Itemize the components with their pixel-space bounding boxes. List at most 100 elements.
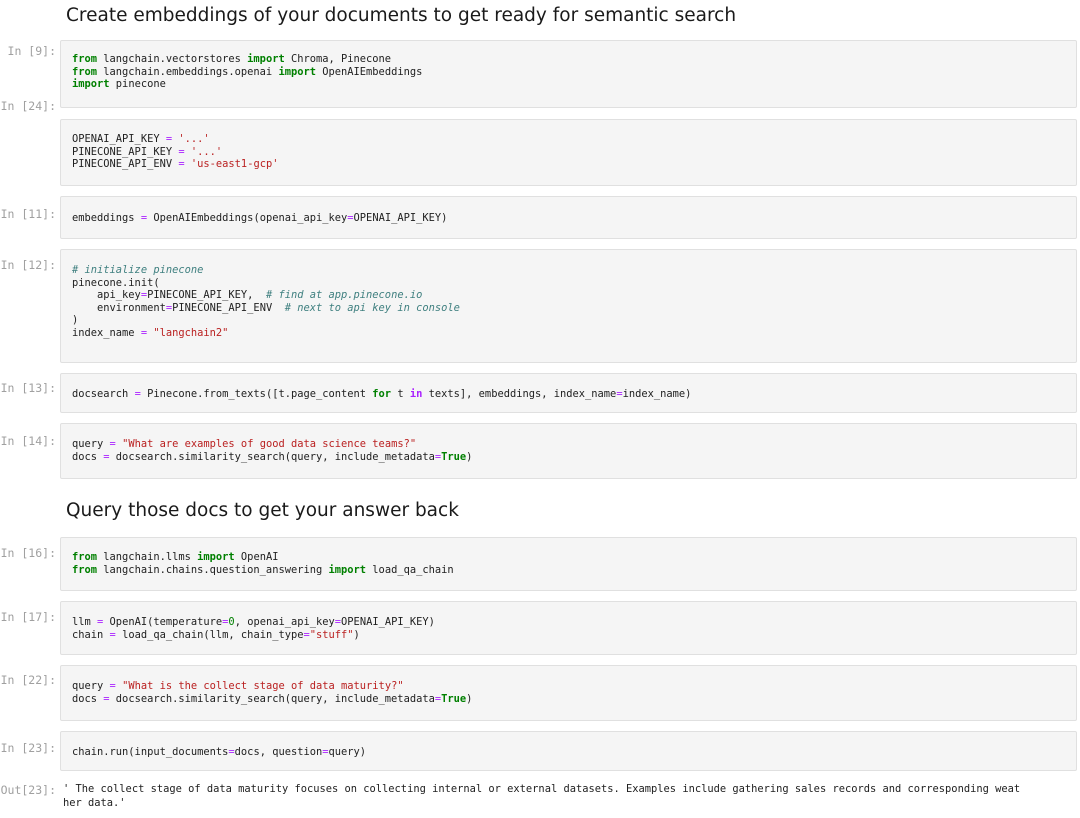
code-token: pinecone xyxy=(109,78,166,90)
code-token: OPENAI_API_KEY) xyxy=(353,212,448,224)
code-token: import xyxy=(247,53,285,65)
code-text: llm = OpenAI(temperature=0, openai_api_k… xyxy=(61,602,1076,641)
code-token: ) xyxy=(72,314,79,326)
prompt-in-23: In [23]: xyxy=(0,741,56,755)
prompt-in-9: In [9]: xyxy=(7,44,56,58)
prompt-in-11: In [11]: xyxy=(0,207,56,221)
code-cell-pinecone-init[interactable]: # initialize pinecone pinecone.init( api… xyxy=(60,249,1077,363)
code-token: "langchain2" xyxy=(153,326,229,339)
code-token: # find at app.pinecone.io xyxy=(265,289,423,301)
prompt-in-12: In [12]: xyxy=(0,258,56,272)
code-token: Pinecone.from_texts([t.page_content xyxy=(140,388,373,400)
prompt-in-22: In [22]: xyxy=(0,673,56,687)
code-token: pinecone.init( xyxy=(72,276,160,289)
heading-query-docs: Query those docs to get your answer back xyxy=(66,500,459,521)
code-token: "What is the collect stage of data matur… xyxy=(122,680,404,692)
code-token: docs, question xyxy=(234,746,323,758)
code-token: OpenAIEmbeddings(openai_api_key xyxy=(147,212,348,224)
code-token: , openai_api_key xyxy=(234,616,335,628)
code-token: '...' xyxy=(190,145,223,158)
code-token: chain.run(input_documents xyxy=(72,746,229,758)
code-token: docsearch.similarity_search(query, inclu… xyxy=(109,450,435,463)
code-token: ) xyxy=(353,628,360,641)
code-token: langchain.embeddings.openai xyxy=(97,65,279,78)
prompt-in-16: In [16]: xyxy=(0,546,56,560)
code-token: PINECONE_API_ENV xyxy=(172,301,285,314)
code-cell-query-1[interactable]: query = "What are examples of good data … xyxy=(60,423,1077,479)
code-token: OPENAI_API_KEY) xyxy=(341,616,435,628)
prompt-in-17: In [17]: xyxy=(0,610,56,624)
code-token: PINECONE_API_ENV xyxy=(72,158,179,170)
code-token: OpenAI xyxy=(234,551,279,563)
code-token: from xyxy=(72,563,98,576)
code-text: query = "What are examples of good data … xyxy=(61,424,1076,463)
code-token: import xyxy=(197,551,235,563)
code-text: from langchain.vectorstores import Chrom… xyxy=(61,41,1076,91)
code-token: Chroma, Pinecone xyxy=(284,53,392,65)
code-token: query) xyxy=(328,746,367,758)
code-text: chain.run(input_documents=docs, question… xyxy=(61,732,1076,759)
code-token: docsearch xyxy=(72,388,135,400)
prompt-in-24: In [24]: xyxy=(0,99,56,113)
code-token: embeddings xyxy=(72,212,141,224)
code-token: ) xyxy=(466,450,473,463)
code-token: api_key xyxy=(72,289,141,301)
code-token: docsearch.similarity_search(query, inclu… xyxy=(109,692,435,705)
code-token: True xyxy=(441,692,467,705)
code-token: query xyxy=(72,438,110,450)
code-token: 'us-east1-gcp' xyxy=(190,158,279,170)
code-token: llm xyxy=(72,616,98,628)
code-text: embeddings = OpenAIEmbeddings(openai_api… xyxy=(61,197,1076,225)
prompt-in-13: In [13]: xyxy=(0,381,56,395)
code-token: PINECONE_API_KEY, xyxy=(147,289,266,301)
code-token: from xyxy=(72,551,98,563)
code-cell-imports[interactable]: from langchain.vectorstores import Chrom… xyxy=(60,40,1077,108)
code-token: texts], embeddings, index_name xyxy=(422,388,617,400)
code-token: import xyxy=(278,65,316,78)
code-token: docs xyxy=(72,450,104,463)
code-token: load_qa_chain xyxy=(366,563,454,576)
code-token: load_qa_chain(llm, chain_type xyxy=(115,628,304,641)
code-cell-embeddings[interactable]: embeddings = OpenAIEmbeddings(openai_api… xyxy=(60,196,1077,239)
code-token: # next to api key in console xyxy=(284,301,460,314)
code-token: in xyxy=(409,388,423,400)
code-token: ) xyxy=(466,692,473,705)
code-text: # initialize pinecone pinecone.init( api… xyxy=(61,250,1076,339)
code-token: from xyxy=(72,53,98,65)
code-token: index_name xyxy=(72,326,141,339)
code-token: docs xyxy=(72,692,104,705)
code-token: OpenAI(temperature xyxy=(103,616,223,628)
code-text: from langchain.llms import OpenAI from l… xyxy=(61,538,1076,576)
prompt-out-23: Out[23]: xyxy=(0,783,56,797)
code-token: t xyxy=(391,388,410,400)
code-token: "stuff" xyxy=(309,628,354,641)
code-cell-llm-imports[interactable]: from langchain.llms import OpenAI from l… xyxy=(60,537,1077,591)
code-token: OpenAIEmbeddings xyxy=(316,65,423,78)
code-token: # initialize pinecone xyxy=(72,264,204,276)
code-token: import xyxy=(328,563,367,576)
code-token: environment xyxy=(72,301,166,314)
heading-create-embeddings: Create embeddings of your documents to g… xyxy=(66,5,737,26)
code-token: langchain.chains.question_answering xyxy=(97,563,329,576)
code-token: langchain.llms xyxy=(97,551,198,563)
code-token: OPENAI_API_KEY xyxy=(72,133,166,145)
code-token: '...' xyxy=(178,133,210,145)
code-cell-docsearch[interactable]: docsearch = Pinecone.from_texts([t.page_… xyxy=(60,373,1077,413)
code-token: query xyxy=(72,680,110,692)
code-token: for xyxy=(372,388,392,400)
code-token: PINECONE_API_KEY xyxy=(72,145,179,158)
output-text: ' The collect stage of data maturity foc… xyxy=(63,783,1021,809)
code-token: chain xyxy=(72,628,110,641)
code-cell-chain[interactable]: llm = OpenAI(temperature=0, openai_api_k… xyxy=(60,601,1077,655)
code-token: index_name) xyxy=(622,388,692,400)
code-cell-chain-run[interactable]: chain.run(input_documents=docs, question… xyxy=(60,731,1077,771)
code-text: docsearch = Pinecone.from_texts([t.page_… xyxy=(61,374,1076,401)
code-text: OPENAI_API_KEY = '...' PINECONE_API_KEY … xyxy=(61,120,1076,171)
code-text: query = "What is the collect stage of da… xyxy=(61,666,1076,705)
code-token: True xyxy=(441,450,467,463)
code-cell-query-2[interactable]: query = "What is the collect stage of da… xyxy=(60,665,1077,721)
code-token: langchain.vectorstores xyxy=(97,53,248,65)
code-token: import xyxy=(72,78,110,90)
code-cell-api-keys[interactable]: OPENAI_API_KEY = '...' PINECONE_API_KEY … xyxy=(60,119,1077,186)
code-token: "What are examples of good data science … xyxy=(122,438,417,450)
